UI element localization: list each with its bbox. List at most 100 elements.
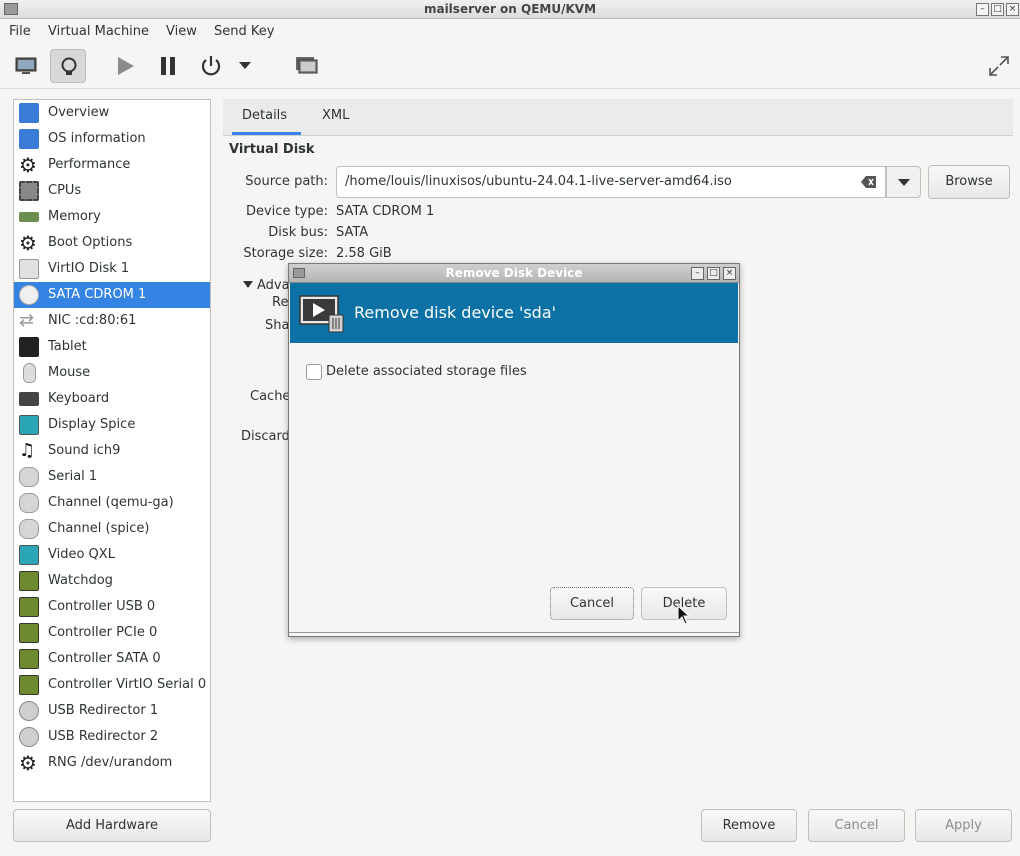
sidebar-item-controller-virtio-serial-0[interactable]: Controller VirtIO Serial 0 xyxy=(14,672,210,698)
delete-storage-checkbox[interactable] xyxy=(306,364,322,380)
pci-card-icon xyxy=(19,571,39,591)
chevron-down-icon xyxy=(239,62,251,69)
display-icon xyxy=(19,545,39,565)
section-title: Virtual Disk xyxy=(229,142,315,157)
usb-icon xyxy=(19,701,39,721)
sidebar-item-nic[interactable]: ⇄ NIC :cd:80:61 xyxy=(14,308,210,334)
monitor-icon xyxy=(19,103,39,123)
sidebar-item-boot-options[interactable]: ⚙ Boot Options xyxy=(14,230,210,256)
sidebar-item-os-information[interactable]: OS information xyxy=(14,126,210,152)
keyboard-icon xyxy=(19,392,39,406)
pause-button[interactable] xyxy=(150,49,186,83)
snapshot-icon xyxy=(296,57,318,74)
dialog-minimize-button[interactable]: – xyxy=(691,267,704,280)
monitor-icon xyxy=(19,129,39,149)
apply-button[interactable]: Apply xyxy=(915,809,1012,842)
fullscreen-button[interactable] xyxy=(981,49,1017,83)
sidebar-item-channel-spice[interactable]: Channel (spice) xyxy=(14,516,210,542)
sidebar-item-overview[interactable]: Overview xyxy=(14,100,210,126)
readonly-label: Re xyxy=(272,295,289,310)
memory-icon xyxy=(19,212,39,222)
sidebar-item-serial-1[interactable]: Serial 1 xyxy=(14,464,210,490)
sidebar-item-sata-cdrom-1[interactable]: SATA CDROM 1 xyxy=(14,282,210,308)
fullscreen-icon xyxy=(989,56,1009,76)
run-button[interactable] xyxy=(107,49,143,83)
sound-icon: ♫ xyxy=(19,440,36,461)
display-icon xyxy=(19,415,39,435)
sidebar-item-virtio-disk-1[interactable]: VirtIO Disk 1 xyxy=(14,256,210,282)
menu-view[interactable]: View xyxy=(166,24,197,39)
menubar: File Virtual Machine View Send Key xyxy=(0,19,1020,45)
shareable-label: Sha xyxy=(265,318,290,333)
power-icon xyxy=(201,56,221,76)
snapshots-button[interactable] xyxy=(288,49,324,83)
sidebar-item-display-spice[interactable]: Display Spice xyxy=(14,412,210,438)
maximize-button[interactable]: □ xyxy=(991,3,1004,16)
mouse-cursor-icon xyxy=(677,605,691,625)
pause-icon xyxy=(161,57,175,75)
storage-size-value: 2.58 GiB xyxy=(336,246,392,261)
usb-icon xyxy=(19,727,39,747)
gear-icon: ⚙ xyxy=(19,751,37,775)
sidebar-item-watchdog[interactable]: Watchdog xyxy=(14,568,210,594)
dialog-maximize-button[interactable]: □ xyxy=(707,267,720,280)
add-hardware-button[interactable]: Add Hardware xyxy=(13,809,211,842)
sidebar-item-controller-usb-0[interactable]: Controller USB 0 xyxy=(14,594,210,620)
expander-arrow-icon[interactable] xyxy=(243,281,253,289)
device-type-label: Device type: xyxy=(245,204,328,219)
menu-file[interactable]: File xyxy=(9,24,31,39)
advanced-options-expander[interactable]: Adva xyxy=(257,278,290,293)
tab-xml[interactable]: XML xyxy=(322,108,349,123)
disk-bus-label: Disk bus: xyxy=(268,225,328,240)
menu-send-key[interactable]: Send Key xyxy=(214,24,274,39)
sidebar-item-channel-qemu-ga[interactable]: Channel (qemu-ga) xyxy=(14,490,210,516)
source-path-value: /home/louis/linuxisos/ubuntu-24.04.1-liv… xyxy=(345,174,732,189)
sidebar-item-controller-pcie-0[interactable]: Controller PCIe 0 xyxy=(14,620,210,646)
dialog-divider xyxy=(289,632,739,633)
sidebar-item-performance[interactable]: ⚙ Performance xyxy=(14,152,210,178)
sidebar-item-cpus[interactable]: CPUs xyxy=(14,178,210,204)
gear-icon: ⚙ xyxy=(19,153,37,177)
hardware-list: Overview OS information ⚙ Performance CPU… xyxy=(13,99,211,802)
discard-mode-label: Discard xyxy=(241,429,290,444)
active-tab-indicator xyxy=(232,132,301,135)
dialog-title: Remove Disk Device xyxy=(445,266,583,280)
close-button[interactable]: × xyxy=(1006,3,1019,16)
source-path-input[interactable]: /home/louis/linuxisos/ubuntu-24.04.1-liv… xyxy=(336,166,886,198)
source-path-dropdown[interactable] xyxy=(886,166,921,198)
shutdown-menu-button[interactable] xyxy=(233,49,257,83)
remove-button[interactable]: Remove xyxy=(701,809,797,842)
sidebar-item-rng[interactable]: ⚙ RNG /dev/urandom xyxy=(14,750,210,776)
console-view-button[interactable] xyxy=(8,49,44,83)
sidebar-item-usb-redirector-1[interactable]: USB Redirector 1 xyxy=(14,698,210,724)
sidebar-item-mouse[interactable]: Mouse xyxy=(14,360,210,386)
pci-card-icon xyxy=(19,597,39,617)
sidebar-item-video-qxl[interactable]: Video QXL xyxy=(14,542,210,568)
pci-card-icon xyxy=(19,649,39,669)
browse-button[interactable]: Browse xyxy=(928,165,1010,199)
menu-virtual-machine[interactable]: Virtual Machine xyxy=(48,24,149,39)
sidebar-item-usb-redirector-2[interactable]: USB Redirector 2 xyxy=(14,724,210,750)
dialog-close-button[interactable]: × xyxy=(723,267,736,280)
network-icon: ⇄ xyxy=(19,310,35,331)
shutdown-button[interactable] xyxy=(193,49,229,83)
disk-bus-value: SATA xyxy=(336,225,369,240)
sidebar-item-memory[interactable]: Memory xyxy=(14,204,210,230)
sidebar-item-keyboard[interactable]: Keyboard xyxy=(14,386,210,412)
details-view-button[interactable] xyxy=(50,49,86,83)
gear-icon: ⚙ xyxy=(19,231,37,255)
mouse-icon xyxy=(23,363,36,383)
cancel-button[interactable]: Cancel xyxy=(808,809,905,842)
window-titlebar: mailserver on QEMU/KVM – □ × xyxy=(0,0,1020,19)
sidebar-item-controller-sata-0[interactable]: Controller SATA 0 xyxy=(14,646,210,672)
cdrom-icon xyxy=(19,285,39,305)
serial-icon xyxy=(19,467,39,487)
minimize-button[interactable]: – xyxy=(976,3,989,16)
cache-mode-label: Cache xyxy=(250,389,291,404)
device-type-value: SATA CDROM 1 xyxy=(336,204,435,219)
clear-icon[interactable] xyxy=(861,175,877,189)
sidebar-item-sound-ich9[interactable]: ♫ Sound ich9 xyxy=(14,438,210,464)
sidebar-item-tablet[interactable]: Tablet xyxy=(14,334,210,360)
tab-details[interactable]: Details xyxy=(242,108,287,123)
dialog-cancel-button[interactable]: Cancel xyxy=(550,587,634,620)
